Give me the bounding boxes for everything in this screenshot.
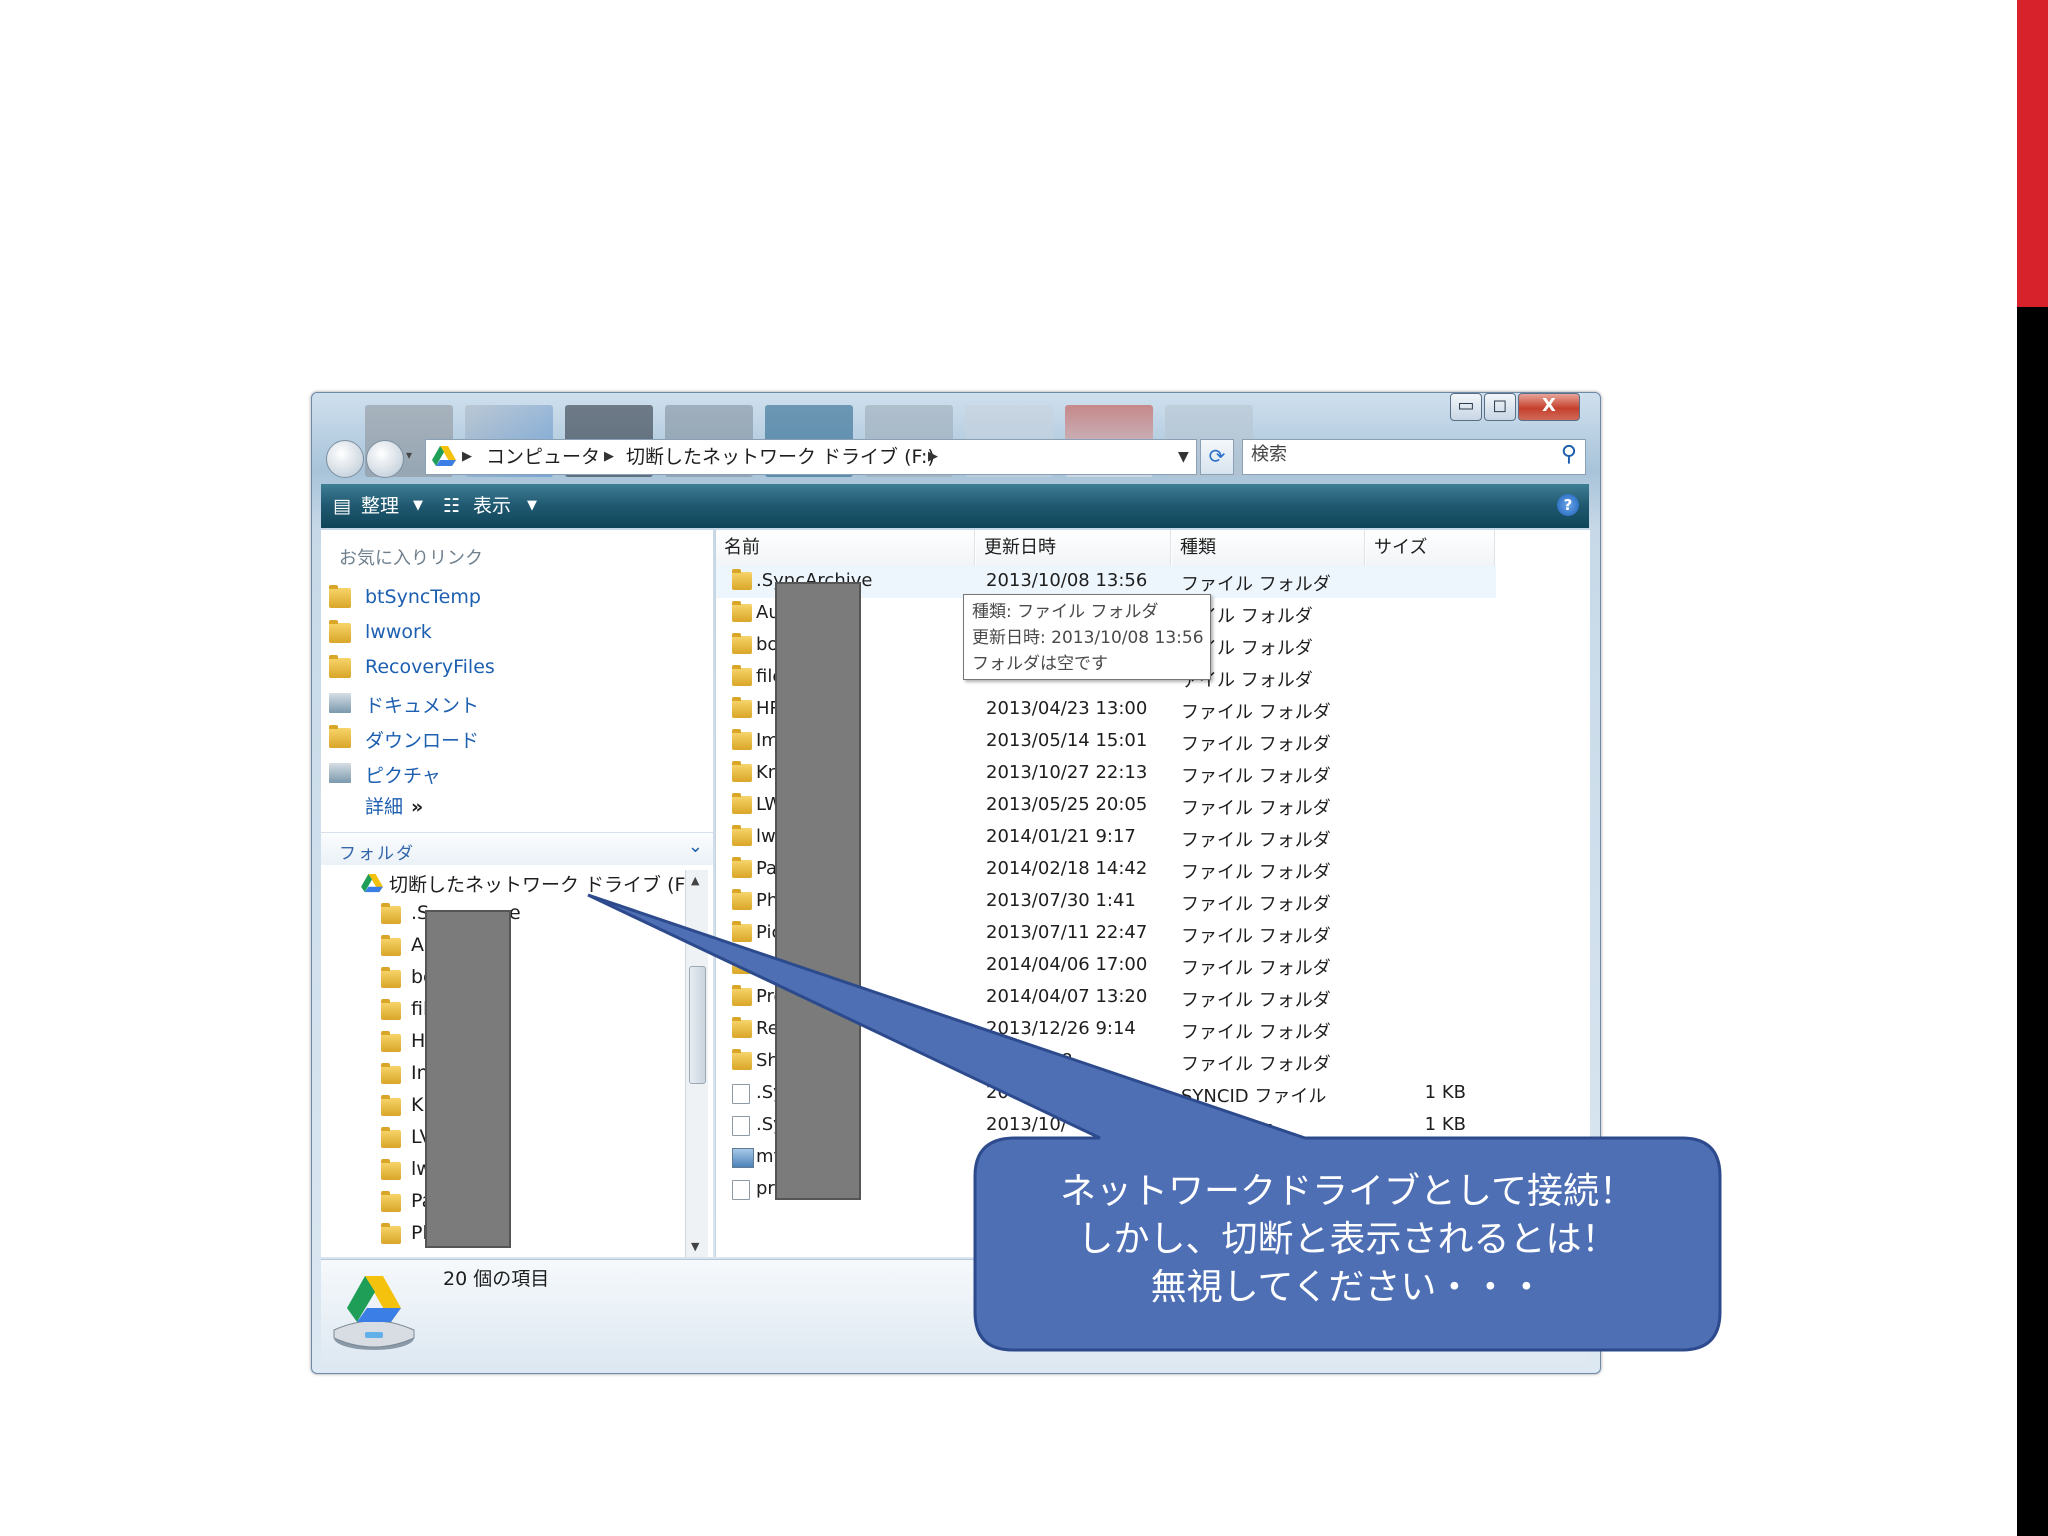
callout-text: ネットワークドライブとして接続！ しかし、切断と表示されるとは！ 無視してくださ… (975, 1135, 1720, 1350)
callout-line-3: 無視してください・・・ (1150, 1267, 1545, 1308)
callout-line-1: ネットワークドライブとして接続！ (1060, 1171, 1635, 1212)
callout-line-2: しかし、切断と表示されるとは！ (1077, 1219, 1618, 1260)
